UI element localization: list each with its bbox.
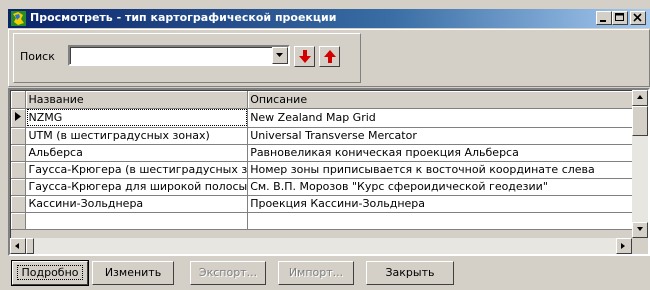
cell-name[interactable]: NZMG <box>25 108 249 128</box>
title-bar[interactable]: Просмотреть - тип картографической проек… <box>8 9 650 28</box>
export-button[interactable]: Экспорт... <box>190 261 266 285</box>
table-row[interactable]: NZMG New Zealand Map Grid <box>11 108 648 128</box>
globe-icon <box>11 11 26 26</box>
chevron-down-icon <box>637 227 643 231</box>
row-indicator <box>11 144 27 162</box>
find-next-button[interactable] <box>294 46 315 67</box>
current-row-icon <box>15 111 21 121</box>
column-header-description[interactable]: Описание <box>247 91 648 109</box>
search-group: Поиск <box>13 33 361 83</box>
scroll-right-button[interactable] <box>616 238 632 254</box>
horizontal-scrollbar[interactable] <box>10 238 632 254</box>
cell-name[interactable]: Альберса <box>25 144 249 162</box>
scroll-down-button[interactable] <box>632 222 648 238</box>
minimize-button[interactable] <box>596 11 612 25</box>
chevron-down-icon <box>276 53 283 57</box>
arrow-down-icon <box>299 50 311 63</box>
column-header-name[interactable]: Название <box>25 91 249 109</box>
vertical-scroll-thumb[interactable] <box>632 106 648 136</box>
close-window-button[interactable] <box>630 11 646 25</box>
vertical-scrollbar[interactable] <box>632 90 648 238</box>
row-indicator <box>11 108 27 128</box>
chevron-right-icon <box>621 243 625 249</box>
row-indicator <box>11 195 27 213</box>
scroll-left-button[interactable] <box>10 238 26 254</box>
search-panel: Поиск <box>8 29 650 87</box>
row-indicator <box>11 161 27 179</box>
details-button[interactable]: Подробно <box>11 260 89 286</box>
row-indicator-header <box>11 91 27 109</box>
table-row[interactable] <box>11 212 648 230</box>
cell-name[interactable]: UTM (в шестиградусных зонах) <box>25 127 249 145</box>
search-dropdown-button[interactable] <box>272 47 288 64</box>
cell-description[interactable]: Universal Transverse Mercator <box>247 127 648 145</box>
search-combobox[interactable] <box>68 45 290 66</box>
table-row[interactable]: Гаусса-Крюгера (в шестиградусных з Номер… <box>11 161 648 179</box>
cell-description[interactable]: Равновеликая коническая проекция Альберс… <box>247 144 648 162</box>
window-title: Просмотреть - тип картографической проек… <box>30 11 337 24</box>
table-row[interactable]: Гаусса-Крюгера для широкой полосы См. В.… <box>11 178 648 196</box>
edit-button[interactable]: Изменить <box>92 261 174 285</box>
cell-name[interactable]: Кассини-Зольднера <box>25 195 249 213</box>
cell-description[interactable] <box>247 212 648 230</box>
row-indicator <box>11 178 27 196</box>
maximize-button[interactable] <box>612 11 628 25</box>
details-button-label: Подробно <box>17 265 83 280</box>
button-bar: Подробно Изменить Экспорт... Импорт... З… <box>8 258 650 288</box>
find-prev-button[interactable] <box>319 46 340 67</box>
table-row[interactable]: Альберса Равновеликая коническая проекци… <box>11 144 648 162</box>
table-row[interactable]: UTM (в шестиградусных зонах) Universal T… <box>11 127 648 145</box>
horizontal-scroll-thumb[interactable] <box>26 238 34 254</box>
cell-name[interactable]: Гаусса-Крюгера (в шестиградусных з <box>25 161 249 179</box>
table-row[interactable]: Кассини-Зольднера Проекция Кассини-Зольд… <box>11 195 648 213</box>
cell-description[interactable]: Номер зоны приписывается к восточной коо… <box>247 161 648 179</box>
row-indicator <box>11 212 27 230</box>
projection-table[interactable]: Название Описание NZMG New Zealand Map G… <box>8 88 650 256</box>
scroll-up-button[interactable] <box>632 90 648 106</box>
cell-name[interactable] <box>25 212 249 230</box>
cell-description[interactable]: Проекция Кассини-Зольднера <box>247 195 648 213</box>
cell-name[interactable]: Гаусса-Крюгера для широкой полосы <box>25 178 249 196</box>
cell-description[interactable]: См. В.П. Морозов "Курс сфероидической ге… <box>247 178 648 196</box>
chevron-left-icon <box>15 243 19 249</box>
row-indicator <box>11 127 27 145</box>
table-header-row: Название Описание <box>11 91 648 109</box>
search-label: Поиск <box>20 50 55 63</box>
view-window: Просмотреть - тип картографической проек… <box>0 0 650 290</box>
arrow-up-icon <box>324 50 336 63</box>
chevron-up-icon <box>637 95 643 99</box>
search-input[interactable] <box>70 47 270 63</box>
import-button[interactable]: Импорт... <box>278 261 354 285</box>
cell-description[interactable]: New Zealand Map Grid <box>247 108 648 128</box>
close-button[interactable]: Закрыть <box>366 261 454 285</box>
